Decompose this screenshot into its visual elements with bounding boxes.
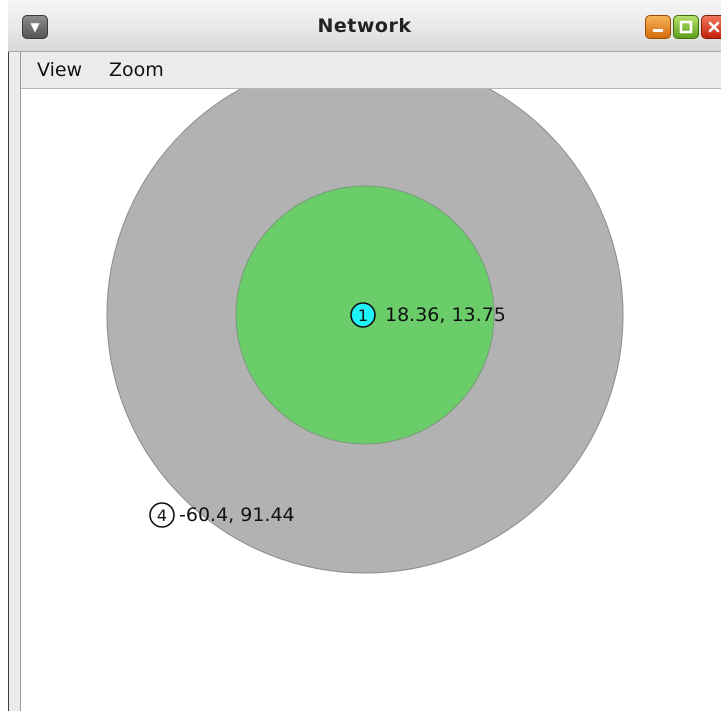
node-1-coords: 18.36, 13.75 bbox=[385, 304, 506, 326]
menu-view[interactable]: View bbox=[37, 52, 82, 88]
close-icon[interactable] bbox=[701, 15, 721, 39]
node-4[interactable]: 4 -60.4, 91.44 bbox=[149, 502, 295, 528]
network-canvas[interactable]: 1 18.36, 13.75 4 -60.4, 91.44 bbox=[22, 89, 721, 711]
node-1-id: 1 bbox=[358, 306, 368, 325]
title-bar[interactable]: ▼ Network bbox=[8, 0, 721, 52]
desktop-edge bbox=[0, 0, 8, 711]
minimize-icon[interactable] bbox=[645, 15, 671, 39]
network-window: ▼ Network View Zoom 1 18.36, 13.75 4 -60… bbox=[0, 0, 721, 711]
window-title: Network bbox=[317, 15, 412, 37]
window-left-frame bbox=[8, 0, 21, 711]
node-4-coords: -60.4, 91.44 bbox=[179, 504, 295, 526]
network-graph[interactable]: 1 18.36, 13.75 4 -60.4, 91.44 bbox=[22, 89, 721, 711]
menu-zoom[interactable]: Zoom bbox=[109, 52, 164, 88]
node-4-id: 4 bbox=[157, 506, 167, 525]
menu-bar: View Zoom bbox=[21, 52, 721, 89]
maximize-icon[interactable] bbox=[673, 15, 699, 39]
